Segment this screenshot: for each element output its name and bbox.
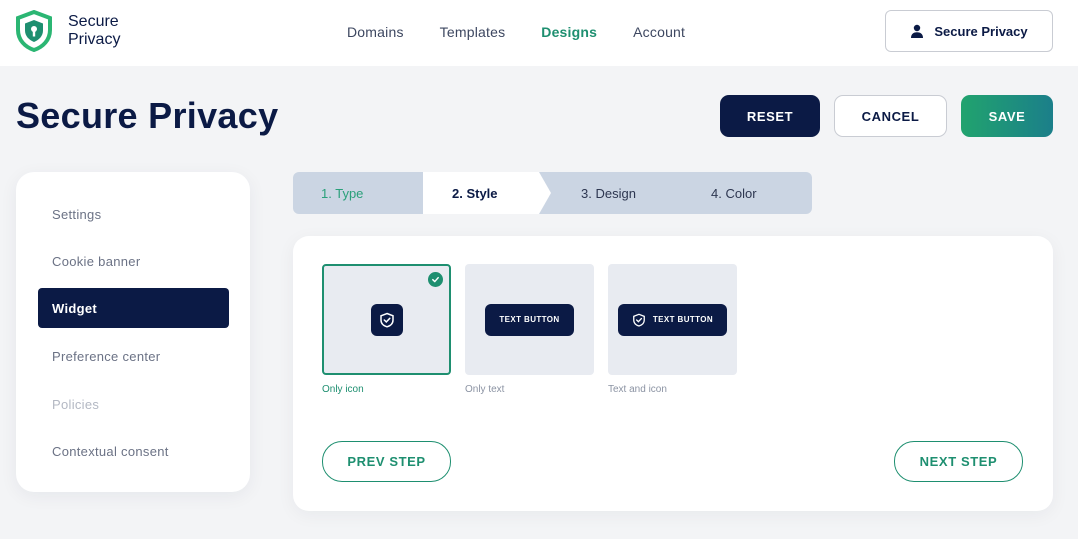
style-option-only-text[interactable]: TEXT BUTTON [465,264,594,375]
sidebar-item-cookie-banner[interactable]: Cookie banner [38,241,229,281]
nav-templates[interactable]: Templates [440,24,506,40]
sidebar-item-settings[interactable]: Settings [38,194,229,234]
brand-name-line1: Secure [68,13,119,30]
step-color[interactable]: 4. Color [711,172,757,214]
nav-account[interactable]: Account [633,24,685,40]
style-option-label-only-icon: Only icon [322,384,364,395]
main-nav: Domains Templates Designs Account [347,24,721,40]
nav-designs[interactable]: Designs [541,24,597,40]
style-panel: Only icon TEXT BUTTON Only text TEXT BUT… [293,236,1053,511]
selected-check-icon [428,272,443,287]
step-style[interactable]: 2. Style [452,172,498,214]
shield-check-icon [379,312,394,328]
sidebar-item-policies: Policies [52,396,100,412]
prev-step-button[interactable]: PREV STEP [322,441,451,482]
cancel-button[interactable]: CANCEL [834,95,947,137]
step-design[interactable]: 3. Design [581,172,636,214]
account-button[interactable]: Secure Privacy [885,10,1053,52]
style-option-label-text-and-icon: Text and icon [608,384,667,395]
top-header: Secure Privacy Domains Templates Designs… [0,0,1078,66]
account-button-label: Secure Privacy [934,23,1028,39]
page-title: Secure Privacy [16,95,279,136]
text-button-preview: TEXT BUTTON [485,303,574,336]
sidebar-item-preference-center[interactable]: Preference center [38,336,229,376]
brand-logo[interactable]: Secure Privacy [14,10,128,52]
shield-check-icon [632,313,645,327]
next-step-button[interactable]: NEXT STEP [894,441,1023,482]
sidebar-item-contextual-consent[interactable]: Contextual consent [38,431,229,471]
text-icon-button-preview: TEXT BUTTON [617,303,728,336]
wizard-steps: 1. Type 2. Style 3. Design 4. Color [293,172,812,214]
user-icon [911,24,924,38]
sidebar-item-widget[interactable]: Widget [38,288,229,328]
reset-button[interactable]: RESET [720,95,820,137]
brand-name-line2: Privacy [68,31,121,48]
step-type[interactable]: 1. Type [321,172,363,214]
save-button[interactable]: SAVE [961,95,1053,137]
nav-domains[interactable]: Domains [347,24,404,40]
settings-sidebar: Settings Cookie banner Widget Preference… [16,172,250,492]
text-icon-button-preview-label: TEXT BUTTON [652,315,714,324]
shield-logo-icon [16,10,52,52]
style-option-only-icon[interactable] [322,264,451,375]
widget-icon-preview [370,303,403,336]
style-option-label-only-text: Only text [465,384,505,395]
style-option-text-and-icon[interactable]: TEXT BUTTON [608,264,737,375]
